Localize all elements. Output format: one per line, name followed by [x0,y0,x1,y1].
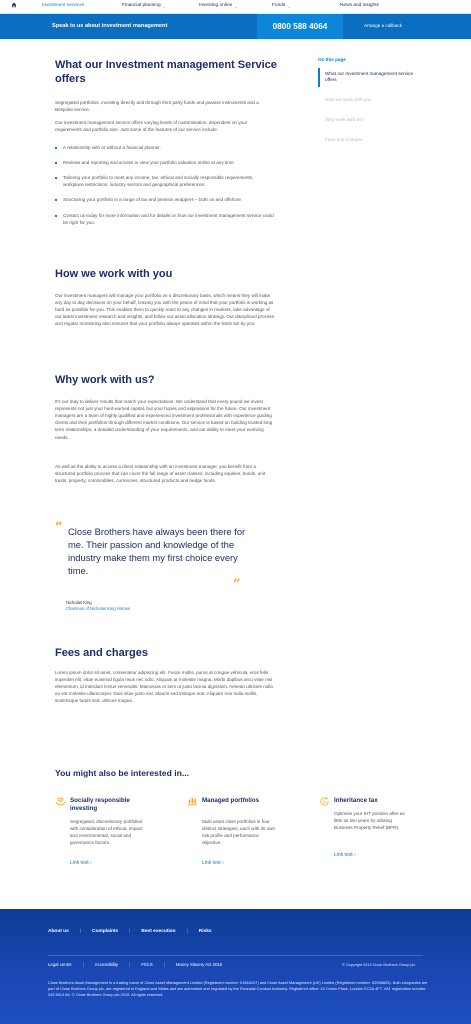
section-heading-how: How we work with you [55,268,173,280]
divider: | [129,929,131,934]
card-body: Optimise your IHT position after as litt… [334,811,405,831]
footer-link-accessibility[interactable]: Accessibility [95,962,118,968]
why-paragraph: As well as the ability to access a direc… [55,464,266,484]
list-item: Structuring your portfolio in a range of… [55,196,275,203]
list-item: A relationship with or without a financi… [55,144,275,151]
phone-number-link[interactable]: 0800 588 4064 [257,14,343,39]
footer-link-fscs[interactable]: FSCS [141,962,152,968]
footer-divider [48,955,423,956]
page-title: What our Investment management Service o… [55,59,277,86]
sidebar-item-how-we-work[interactable]: How we work with you [318,94,418,107]
nav-financial-planning[interactable]: Financial planning ⌄ [90,0,177,14]
copyright-text: © Copyright 2019 Close Brothers Group pl… [342,963,416,967]
chevron-right-icon: › [222,860,224,866]
list-item: Tailoring your portfolio to meet any inc… [55,174,275,188]
chevron-right-icon: › [90,860,92,866]
currency-cycle-icon: £ [319,796,330,807]
card-link[interactable]: Link text › [202,860,224,867]
contact-band: Speak to us about investment management … [0,14,471,39]
chevron-down-icon: ⌄ [162,3,167,9]
hands-heart-icon [55,796,66,807]
on-this-page-nav: On this page What our Investment managem… [318,57,418,154]
top-navigation: Investment services Financial planning ⌄ … [0,0,471,14]
card-body: Multi asset class portfolios in four dis… [202,819,276,846]
arrange-callback-button[interactable]: Arrange a callback [348,14,418,39]
chevron-down-icon: ⌄ [287,3,291,9]
svg-text:£: £ [323,799,326,805]
open-quote-icon: “ [55,520,63,535]
intro-paragraph: Our investment management service offers… [55,120,248,133]
why-paragraph: It's our duty to deliver results that ma… [55,399,273,440]
close-quote-icon: ” [233,577,241,592]
footer-link-legal-centre[interactable]: Legal centre [48,962,72,968]
divider: | [186,929,188,934]
section-heading-fees: Fees and charges [55,647,148,659]
intro-paragraph: Segregated portfolios, investing directl… [55,100,259,113]
divider: | [129,962,131,967]
section-heading-why: Why work with us? [55,374,155,386]
fees-paragraph: Lorem ipsum dolor sit amet, consectetur … [55,670,273,704]
legal-disclaimer: Close Brothers Asset Management is a tra… [48,980,428,998]
features-list: A relationship with or without a financi… [55,144,275,234]
card-body: Segregated, discretionary portfolios wit… [70,819,143,846]
footer-legal-links: Legal centre | Accessibility | FSCS | Mo… [48,962,222,968]
nav-news-insights[interactable]: News and insights [322,0,402,14]
list-item: Contact us today for more information an… [55,212,275,226]
footer-link-risks[interactable]: Risks [199,929,212,936]
sidebar-item-service-offers[interactable]: What our Investment management service o… [318,67,418,88]
nav-investment-services[interactable]: Investment services [28,0,90,14]
footer-link-about[interactable]: About us [48,929,69,936]
divider: | [163,962,165,967]
how-paragraph: Our investment managers will manage your… [55,293,274,327]
card-link[interactable]: Link text › [334,852,356,859]
site-footer: About us | Complaints | Best execution |… [0,909,471,1024]
footer-links: About us | Complaints | Best execution |… [48,929,212,936]
card-title: Socially responsible investing [70,797,130,813]
sidebar-item-fees[interactable]: Fees and charges [318,134,418,147]
footer-link-complaints[interactable]: Complaints [92,929,118,936]
card-title: Inheritance tax [334,797,378,804]
quote-text: Close Brothers have always been there fo… [68,526,246,577]
related-heading: You might also be interested in... [55,768,190,778]
footer-link-slavery-act[interactable]: Money Slavery Act 2015 [176,962,222,968]
speak-to-us-text: Speak to us about investment management [52,23,168,30]
nav-investing-online[interactable]: Investing online ⌄ [177,0,264,14]
on-this-page-label: On this page [318,57,346,62]
quote-author-role: Chairman of Nicholas King Homes [66,606,131,611]
home-button[interactable] [0,0,28,14]
divider: | [82,962,84,967]
footer-link-best-execution[interactable]: Best execution [141,929,175,936]
nav-funds[interactable]: Funds ⌄ [264,0,322,14]
sidebar-item-why-work[interactable]: Why work with us? [318,114,418,127]
chart-hand-icon [187,796,198,807]
chevron-right-icon: › [354,852,356,858]
list-item: Reviews and reporting and access to view… [55,159,275,166]
home-icon [11,2,17,12]
divider: | [79,929,82,934]
chevron-down-icon: ⌄ [234,3,238,9]
card-title: Managed portfolios [202,797,260,804]
card-link[interactable]: Link text › [70,860,92,867]
